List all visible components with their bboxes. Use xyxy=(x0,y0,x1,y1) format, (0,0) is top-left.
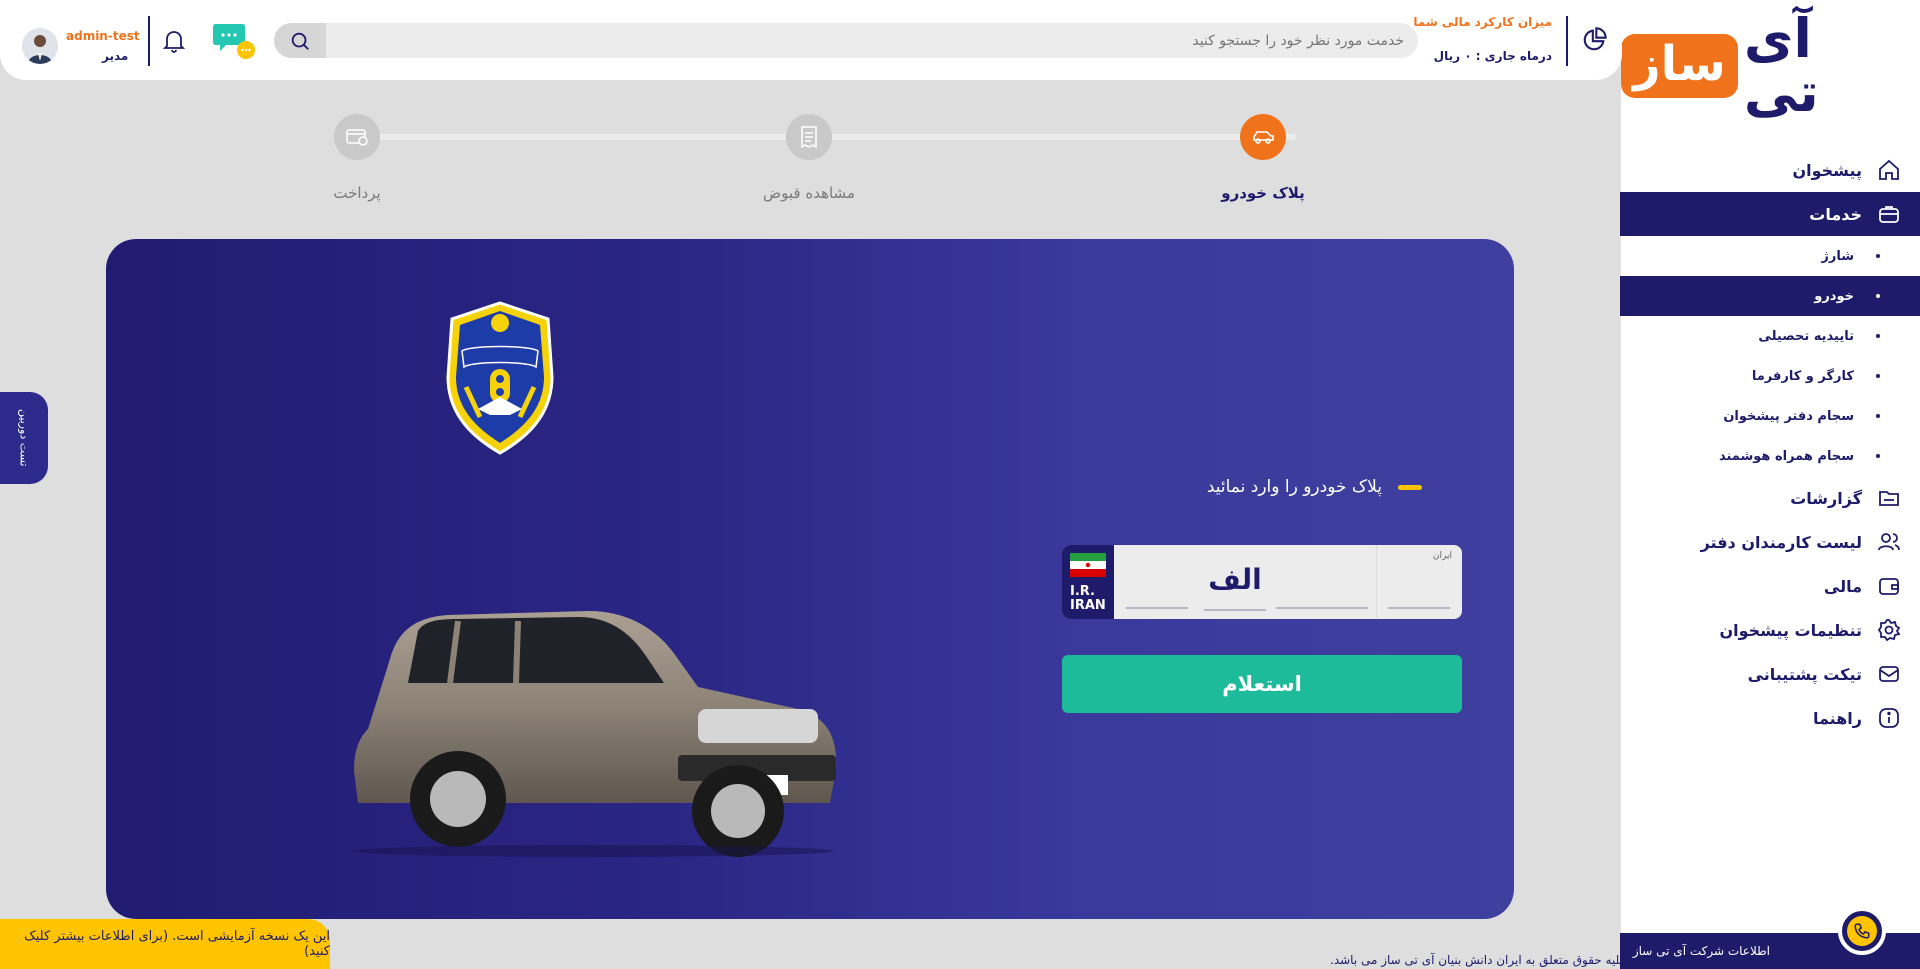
sub-item-label: شارژ xyxy=(1821,248,1854,264)
trial-notice[interactable]: این یک نسخه آزمایشی است. (برای اطلاعات ب… xyxy=(0,919,330,969)
plate-country-strip: I.R. IRAN xyxy=(1062,545,1114,619)
home-icon xyxy=(1876,157,1902,183)
sidebar-item-label: مالی xyxy=(1823,576,1862,596)
logo-main: آی تی xyxy=(1743,7,1819,124)
top-header: میزان کارکرد مالی شما درماه جاری : ۰ ریا… xyxy=(0,0,1622,80)
inquiry-button[interactable]: استعلام xyxy=(1062,655,1462,713)
copyright-text: کلیه حقوق متعلق به ایران دانش بنیان آی ت… xyxy=(1330,953,1626,967)
sub-item-label: سجام دفتر پیشخوان xyxy=(1723,408,1854,424)
users-icon xyxy=(1876,529,1902,555)
pie-chart-icon[interactable] xyxy=(1580,26,1608,54)
sidebar: ساز آی تی پیشخوان خدمات شارژ خودرو تایید… xyxy=(1620,0,1920,969)
finance-title: میزان کارکرد مالی شما xyxy=(1413,15,1552,29)
traffic-police-badge xyxy=(440,297,560,457)
search-box xyxy=(274,23,1418,58)
step-label-plate: پلاک خودرو xyxy=(1221,184,1305,202)
briefcase-icon xyxy=(1876,201,1902,227)
search-input[interactable] xyxy=(326,23,1418,58)
accent-bar xyxy=(1398,484,1422,490)
bell-icon[interactable] xyxy=(162,28,186,54)
brand-logo[interactable]: ساز آی تی xyxy=(1621,12,1890,120)
plate-letter-select[interactable]: الف xyxy=(1204,563,1266,596)
search-button[interactable] xyxy=(274,23,326,58)
company-info-label: اطلاعات شرکت آی تی ساز xyxy=(1632,944,1770,958)
sidebar-item-services[interactable]: خدمات xyxy=(1620,192,1920,236)
sidebar-sub-sejam-office[interactable]: سجام دفتر پیشخوان xyxy=(1620,396,1920,436)
bullet-icon xyxy=(1876,374,1880,378)
sidebar-item-ticket[interactable]: تیکت پشتیبانی xyxy=(1620,652,1920,696)
sidebar-item-label: گزارشات xyxy=(1790,488,1862,508)
bullet-icon xyxy=(1876,294,1880,298)
sidebar-item-finance[interactable]: مالی xyxy=(1620,564,1920,608)
sidebar-item-label: تیکت پشتیبانی xyxy=(1747,664,1862,684)
wallet-icon xyxy=(1876,573,1902,599)
folder-icon xyxy=(1876,485,1902,511)
progress-stepper: پلاک خودرو مشاهده قبوض پرداخت xyxy=(330,110,1305,202)
plate-middle-digits-field[interactable] xyxy=(1276,569,1368,609)
sub-item-label: سجام همراه هوشمند xyxy=(1718,448,1854,464)
plate-country-label: I.R. IRAN xyxy=(1070,584,1106,613)
sidebar-item-dashboard[interactable]: پیشخوان xyxy=(1620,148,1920,192)
vehicle-inquiry-card: پلاک خودرو را وارد نمائید I.R. IRAN الف … xyxy=(106,239,1514,919)
sidebar-item-employees[interactable]: لیست کارمندان دفتر xyxy=(1620,520,1920,564)
sub-item-label: تاییدیه تحصیلی xyxy=(1758,328,1854,344)
plate-region-code-field[interactable] xyxy=(1388,569,1450,609)
sidebar-item-settings[interactable]: تنظیمات پیشخوان xyxy=(1620,608,1920,652)
plate-prompt: پلاک خودرو را وارد نمائید xyxy=(1207,477,1422,497)
sidebar-sub-charge[interactable]: شارژ xyxy=(1620,236,1920,276)
step-plate[interactable] xyxy=(1240,114,1286,160)
step-payment[interactable] xyxy=(334,114,380,160)
phone-icon xyxy=(1847,916,1877,946)
sidebar-sub-education[interactable]: تاییدیه تحصیلی xyxy=(1620,316,1920,356)
sub-item-label: خودرو xyxy=(1814,288,1854,304)
plate-divider xyxy=(1376,545,1377,619)
sidebar-nav: پیشخوان خدمات شارژ خودرو تاییدیه تحصیلی … xyxy=(1620,148,1920,740)
bullet-icon xyxy=(1876,254,1880,258)
user-name[interactable]: admin-test xyxy=(66,29,140,43)
card-payment-icon xyxy=(346,129,368,146)
license-plate-input: I.R. IRAN الف ایران xyxy=(1062,545,1462,619)
sidebar-sub-worker[interactable]: کارگر و کارفرما xyxy=(1620,356,1920,396)
search-icon xyxy=(291,32,309,50)
receipt-icon xyxy=(801,126,817,149)
sidebar-item-label: خدمات xyxy=(1809,204,1862,224)
sidebar-item-reports[interactable]: گزارشات xyxy=(1620,476,1920,520)
bullet-icon xyxy=(1876,414,1880,418)
sidebar-sub-sejam-mobile[interactable]: سجام همراه هوشمند xyxy=(1620,436,1920,476)
sidebar-sub-vehicle[interactable]: خودرو xyxy=(1620,276,1920,316)
sidebar-item-help[interactable]: راهنما xyxy=(1620,696,1920,740)
header-divider xyxy=(148,16,150,66)
plate-letter-underline xyxy=(1204,609,1266,611)
chat-icon[interactable] xyxy=(212,20,256,60)
bullet-icon xyxy=(1876,454,1880,458)
bullet-icon xyxy=(1876,334,1880,338)
finance-value: درماه جاری : ۰ ریال xyxy=(1433,49,1552,63)
step-label-payment: پرداخت xyxy=(333,184,381,202)
mail-icon xyxy=(1876,661,1902,687)
user-role: مدیر xyxy=(102,49,129,63)
trial-notice-text: این یک نسخه آزمایشی است. (برای اطلاعات ب… xyxy=(24,929,330,959)
gear-icon xyxy=(1876,617,1902,643)
plate-first-digits-field[interactable] xyxy=(1126,569,1188,609)
info-icon xyxy=(1876,705,1902,731)
plate-region-label: ایران xyxy=(1432,551,1452,561)
iran-flag-icon xyxy=(1070,553,1106,577)
support-call-button[interactable] xyxy=(1838,907,1886,955)
sidebar-item-label: راهنما xyxy=(1812,708,1862,728)
logo-accent: ساز xyxy=(1621,34,1738,98)
sidebar-item-label: تنظیمات پیشخوان xyxy=(1719,620,1862,640)
sidebar-item-label: لیست کارمندان دفتر xyxy=(1700,532,1862,552)
plate-prompt-text: پلاک خودرو را وارد نمائید xyxy=(1206,477,1382,497)
header-divider xyxy=(1566,16,1568,66)
step-bills[interactable] xyxy=(786,114,832,160)
step-label-bills: مشاهده قبوض xyxy=(763,184,855,202)
car-icon xyxy=(1253,131,1274,144)
camera-test-label: تست دوربین xyxy=(17,409,31,467)
avatar[interactable] xyxy=(22,28,58,64)
camera-test-tab[interactable]: تست دوربین xyxy=(0,392,48,484)
sub-item-label: کارگر و کارفرما xyxy=(1751,368,1854,384)
vehicle-image xyxy=(338,559,848,859)
sidebar-item-label: پیشخوان xyxy=(1792,160,1862,180)
